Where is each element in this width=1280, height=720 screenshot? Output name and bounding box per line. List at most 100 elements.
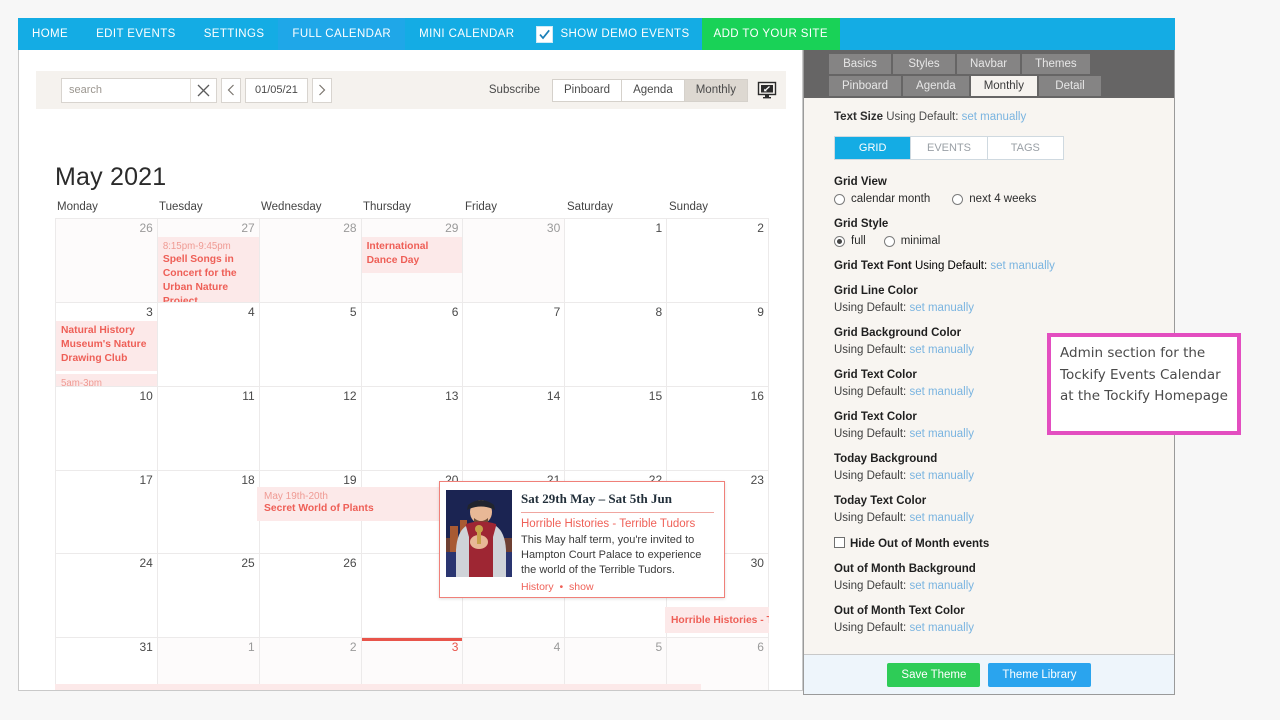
day-cell[interactable]: 26 — [56, 219, 158, 303]
day-cell[interactable]: 5 — [260, 303, 362, 387]
tab-detail[interactable]: Detail — [1039, 76, 1101, 96]
day-cell[interactable]: 8 — [565, 303, 667, 387]
weekday-label: Wednesday — [259, 201, 361, 213]
nav-item-settings[interactable]: SETTINGS — [190, 18, 279, 50]
day-cell[interactable]: 16 — [667, 387, 769, 471]
spanning-event[interactable]: May 29th-Jun 5th Horrible Histories - Te… — [55, 684, 701, 691]
calendar-event[interactable]: 8:15pm-9:45pm Spell Songs in Concert for… — [158, 237, 259, 303]
date-field[interactable]: 01/05/21 — [245, 78, 308, 103]
day-cell[interactable]: 7 — [463, 303, 565, 387]
subscribe-button[interactable]: Subscribe — [489, 84, 540, 96]
day-cell[interactable]: 1 — [565, 219, 667, 303]
day-number: 6 — [452, 305, 459, 319]
day-cell[interactable]: 6 — [362, 303, 464, 387]
set-manually-link[interactable]: set manually — [909, 580, 974, 592]
set-manually-link[interactable]: set manually — [909, 470, 974, 482]
calendar-event[interactable]: International Dance Day — [362, 237, 463, 273]
nav-item-home[interactable]: HOME — [18, 18, 82, 50]
calendar-event[interactable]: 5am-3pm International Dawn Chorus Day — [56, 374, 157, 387]
tab-agenda[interactable]: Agenda — [903, 76, 969, 96]
day-cell[interactable]: 13 — [362, 387, 464, 471]
save-theme-button[interactable]: Save Theme — [887, 663, 980, 687]
day-cell[interactable]: 27 8:15pm-9:45pm Spell Songs in Concert … — [158, 219, 260, 303]
radio-icon — [952, 194, 963, 205]
view-agenda[interactable]: Agenda — [622, 80, 685, 101]
theme-library-button[interactable]: Theme Library — [988, 663, 1090, 687]
tab-pinboard[interactable]: Pinboard — [829, 76, 901, 96]
set-manually-link[interactable]: set manually — [909, 302, 974, 314]
event-name: Spell Songs in Concert for the Urban Nat… — [163, 253, 254, 303]
chevron-right-icon[interactable] — [312, 78, 332, 103]
day-cell[interactable]: 9 — [667, 303, 769, 387]
day-cell[interactable]: 26 — [260, 554, 362, 638]
grid-text-font-set-manually-link[interactable]: set manually — [990, 260, 1055, 272]
day-cell[interactable]: 30 — [463, 219, 565, 303]
day-cell[interactable]: 14 — [463, 387, 565, 471]
hide-out-of-month-checkbox[interactable]: Hide Out of Month events — [834, 537, 1174, 550]
search-box[interactable] — [61, 78, 217, 103]
grid-text-font-row: Grid Text Font Using Default: set manual… — [834, 260, 1174, 272]
scope-tags[interactable]: TAGS — [988, 137, 1063, 159]
view-pinboard[interactable]: Pinboard — [553, 80, 622, 101]
show-demo-events-toggle[interactable]: SHOW DEMO EVENTS — [528, 18, 701, 50]
radio-minimal[interactable]: minimal — [884, 235, 941, 247]
scope-events[interactable]: EVENTS — [911, 137, 987, 159]
day-cell[interactable]: 17 — [56, 471, 158, 555]
day-cell[interactable]: 4 — [158, 303, 260, 387]
nav-item-edit-events[interactable]: EDIT EVENTS — [82, 18, 190, 50]
event-time: May 29th-Jun 5th — [61, 690, 138, 692]
day-cell[interactable]: 11 — [158, 387, 260, 471]
tab-monthly[interactable]: Monthly — [971, 76, 1037, 96]
day-cell[interactable]: 25 — [158, 554, 260, 638]
set-manually-link[interactable]: set manually — [909, 512, 974, 524]
monitor-icon[interactable] — [757, 80, 777, 100]
scope-grid[interactable]: GRID — [835, 137, 911, 159]
set-manually-link[interactable]: set manually — [909, 428, 974, 440]
tab-basics[interactable]: Basics — [829, 54, 891, 74]
spanning-event[interactable]: May 19th-20th Secret World of Plants — [257, 487, 461, 521]
view-monthly[interactable]: Monthly — [685, 80, 747, 101]
day-cell[interactable]: 24 — [56, 554, 158, 638]
event-detail-popover[interactable]: Sat 29th May – Sat 5th Jun Horrible Hist… — [439, 481, 725, 598]
spanning-event[interactable]: Horrible Histories - Terrible Tudors — [665, 607, 769, 633]
chevron-left-icon[interactable] — [221, 78, 241, 103]
popover-title[interactable]: Horrible Histories - Terrible Tudors — [521, 518, 714, 530]
tab-styles[interactable]: Styles — [893, 54, 955, 74]
annotation-callout: Admin section for the Tockify Events Cal… — [1047, 333, 1241, 435]
day-cell[interactable]: 12 — [260, 387, 362, 471]
set-manually-link[interactable]: set manually — [909, 622, 974, 634]
text-size-state: Using Default: — [886, 111, 958, 123]
tab-navbar[interactable]: Navbar — [957, 54, 1020, 74]
radio-calendar-month[interactable]: calendar month — [834, 193, 930, 205]
day-number: 1 — [248, 640, 255, 654]
state-text: Using Default: — [834, 386, 906, 398]
day-cell[interactable]: 15 — [565, 387, 667, 471]
text-size-set-manually-link[interactable]: set manually — [962, 111, 1027, 123]
day-cell[interactable]: 18 — [158, 471, 260, 555]
radio-full[interactable]: full — [834, 235, 866, 247]
set-manually-link[interactable]: set manually — [909, 344, 974, 356]
today-background-value: Using Default: set manually — [834, 470, 1174, 482]
close-icon[interactable] — [190, 79, 216, 102]
nav-item-full-calendar[interactable]: FULL CALENDAR — [278, 18, 405, 50]
day-cell[interactable]: 2 — [667, 219, 769, 303]
add-to-your-site-button[interactable]: ADD TO YOUR SITE — [702, 18, 840, 50]
popover-category[interactable]: History — [521, 581, 554, 593]
today-text-color-value: Using Default: set manually — [834, 512, 1174, 524]
day-number: 23 — [751, 473, 764, 487]
nav-item-mini-calendar[interactable]: MINI CALENDAR — [405, 18, 528, 50]
day-cell[interactable]: 28 — [260, 219, 362, 303]
tab-themes[interactable]: Themes — [1022, 54, 1090, 74]
search-input[interactable] — [62, 79, 190, 102]
popover-show-link[interactable]: show — [569, 581, 594, 593]
settings-footer: Save Theme Theme Library — [804, 654, 1174, 694]
day-number: 30 — [547, 221, 560, 235]
day-cell[interactable]: 3 Natural History Museum's Nature Drawin… — [56, 303, 158, 387]
day-cell[interactable]: 29 International Dance Day — [362, 219, 464, 303]
out-of-month-background-value: Using Default: set manually — [834, 580, 1174, 592]
day-number: 8 — [655, 305, 662, 319]
radio-next-4-weeks[interactable]: next 4 weeks — [952, 193, 1036, 205]
calendar-event[interactable]: Natural History Museum's Nature Drawing … — [56, 321, 157, 371]
set-manually-link[interactable]: set manually — [909, 386, 974, 398]
day-cell[interactable]: 10 — [56, 387, 158, 471]
